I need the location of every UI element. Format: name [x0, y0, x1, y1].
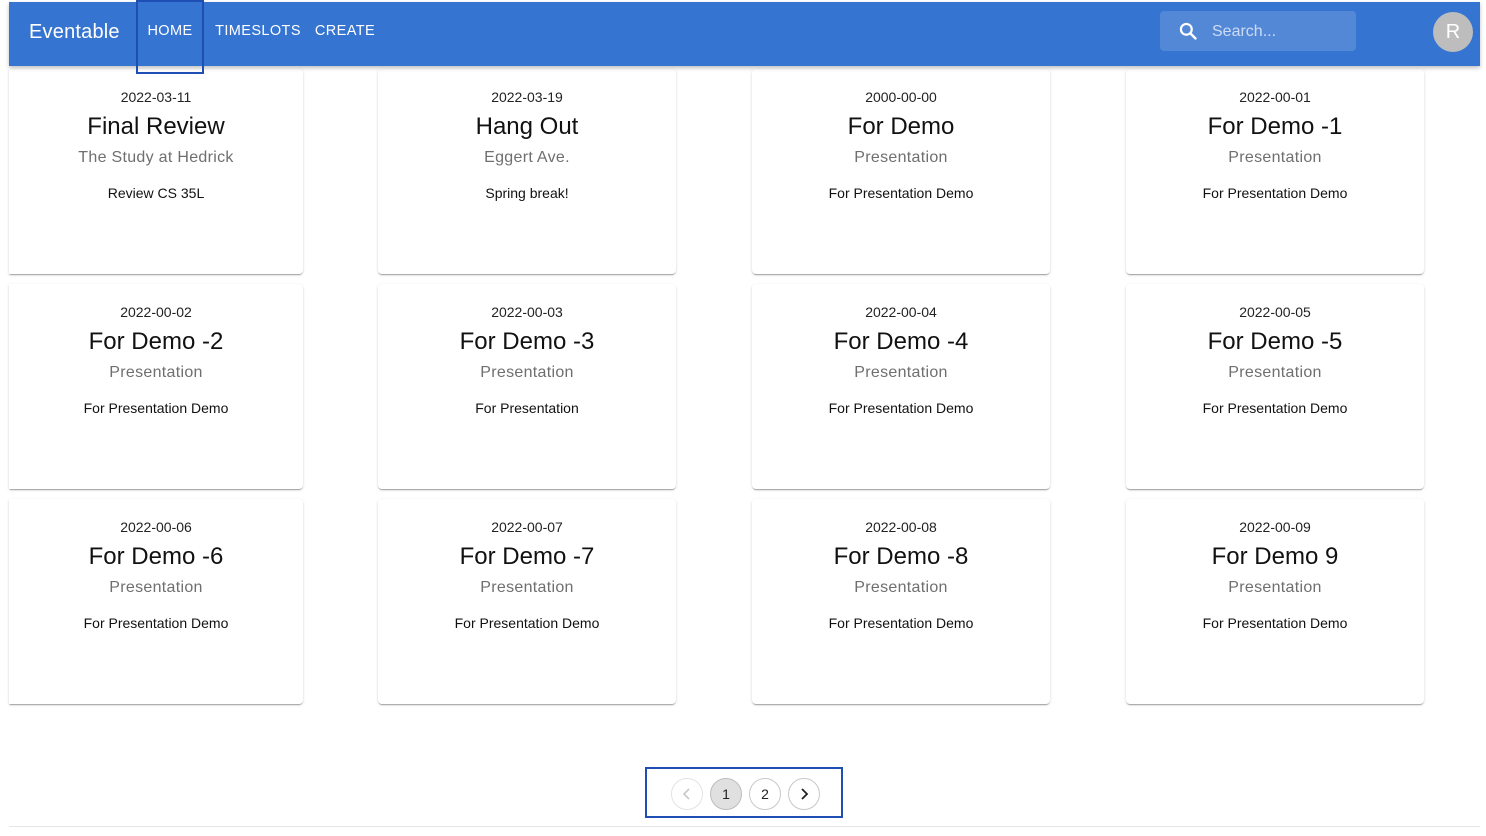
- event-date: 2022-03-19: [491, 89, 563, 105]
- event-date: 2000-00-00: [865, 89, 937, 105]
- event-description: For Presentation Demo: [83, 400, 229, 416]
- event-date: 2022-00-09: [1239, 519, 1311, 535]
- event-location: Presentation: [1228, 149, 1322, 166]
- event-card[interactable]: 2022-00-04 For Demo -4 Presentation For …: [752, 284, 1050, 489]
- event-location: Presentation: [854, 364, 948, 381]
- event-card[interactable]: 2022-03-19 Hang Out Eggert Ave. Spring b…: [378, 69, 676, 274]
- event-location: Presentation: [1228, 579, 1322, 596]
- nav-timeslots[interactable]: TIMESLOTS: [212, 2, 304, 64]
- event-card[interactable]: 2022-00-03 For Demo -3 Presentation For …: [378, 284, 676, 489]
- nav-home[interactable]: HOME: [136, 0, 204, 74]
- chevron-left-icon: [682, 788, 690, 800]
- event-title: For Demo 9: [1211, 543, 1339, 570]
- event-description: For Presentation Demo: [828, 615, 974, 631]
- event-location: Presentation: [480, 364, 574, 381]
- event-title: For Demo -1: [1207, 113, 1343, 140]
- event-date: 2022-00-04: [865, 304, 937, 320]
- event-location: Presentation: [854, 149, 948, 166]
- event-card[interactable]: 2022-00-01 For Demo -1 Presentation For …: [1126, 69, 1424, 274]
- event-title: For Demo -7: [459, 543, 595, 570]
- event-date: 2022-00-06: [120, 519, 192, 535]
- event-date: 2022-00-07: [491, 519, 563, 535]
- event-date: 2022-00-02: [120, 304, 192, 320]
- nav-create[interactable]: CREATE: [314, 2, 376, 64]
- event-description: For Presentation Demo: [83, 615, 229, 631]
- event-description: For Presentation Demo: [1202, 615, 1348, 631]
- event-card[interactable]: 2022-00-07 For Demo -7 Presentation For …: [378, 499, 676, 704]
- page-2-button[interactable]: 2: [749, 778, 781, 810]
- search-input[interactable]: [1210, 17, 1354, 47]
- event-title: For Demo -4: [833, 328, 969, 355]
- search-icon: [1179, 22, 1197, 40]
- event-location: Presentation: [854, 579, 948, 596]
- pagination: 1 2: [645, 767, 843, 818]
- event-card[interactable]: 2022-00-08 For Demo -8 Presentation For …: [752, 499, 1050, 704]
- event-description: For Presentation Demo: [1202, 185, 1348, 201]
- app-bar: Eventable HOME TIMESLOTS CREATE R: [9, 0, 1480, 74]
- event-description: For Presentation Demo: [828, 185, 974, 201]
- event-title: Final Review: [87, 113, 225, 140]
- event-description: For Presentation: [475, 400, 579, 416]
- event-location: Presentation: [109, 364, 203, 381]
- event-card[interactable]: 2022-00-02 For Demo -2 Presentation For …: [9, 284, 303, 489]
- search-box: [1160, 11, 1356, 51]
- event-card[interactable]: 2022-00-06 For Demo -6 Presentation For …: [9, 499, 303, 704]
- event-title: For Demo -2: [88, 328, 224, 355]
- event-card[interactable]: 2022-03-11 Final Review The Study at Hed…: [9, 69, 303, 274]
- app-brand[interactable]: Eventable: [29, 21, 120, 44]
- event-card[interactable]: 2022-00-05 For Demo -5 Presentation For …: [1126, 284, 1424, 489]
- event-location: Presentation: [1228, 364, 1322, 381]
- event-description: Review CS 35L: [107, 185, 205, 201]
- event-description: For Presentation Demo: [828, 400, 974, 416]
- previous-page-button[interactable]: [671, 778, 703, 810]
- event-title: Hang Out: [475, 113, 579, 140]
- event-date: 2022-00-08: [865, 519, 937, 535]
- event-date: 2022-00-05: [1239, 304, 1311, 320]
- event-description: Spring break!: [485, 185, 569, 201]
- avatar[interactable]: R: [1433, 12, 1473, 52]
- event-title: For Demo: [847, 113, 955, 140]
- event-title: For Demo -3: [459, 328, 595, 355]
- divider: [9, 826, 1480, 827]
- event-location: Presentation: [480, 579, 574, 596]
- event-description: For Presentation Demo: [454, 615, 600, 631]
- event-description: For Presentation Demo: [1202, 400, 1348, 416]
- page-1-button[interactable]: 1: [710, 778, 742, 810]
- event-date: 2022-00-03: [491, 304, 563, 320]
- event-location: Eggert Ave.: [484, 149, 570, 166]
- next-page-button[interactable]: [788, 778, 820, 810]
- event-title: For Demo -8: [833, 543, 969, 570]
- event-date: 2022-03-11: [120, 89, 192, 105]
- event-location: Presentation: [109, 579, 203, 596]
- event-card[interactable]: 2022-00-09 For Demo 9 Presentation For P…: [1126, 499, 1424, 704]
- event-date: 2022-00-01: [1239, 89, 1311, 105]
- event-card[interactable]: 2000-00-00 For Demo Presentation For Pre…: [752, 69, 1050, 274]
- event-location: The Study at Hedrick: [78, 149, 234, 166]
- event-title: For Demo -5: [1207, 328, 1343, 355]
- event-title: For Demo -6: [88, 543, 224, 570]
- chevron-right-icon: [801, 788, 809, 800]
